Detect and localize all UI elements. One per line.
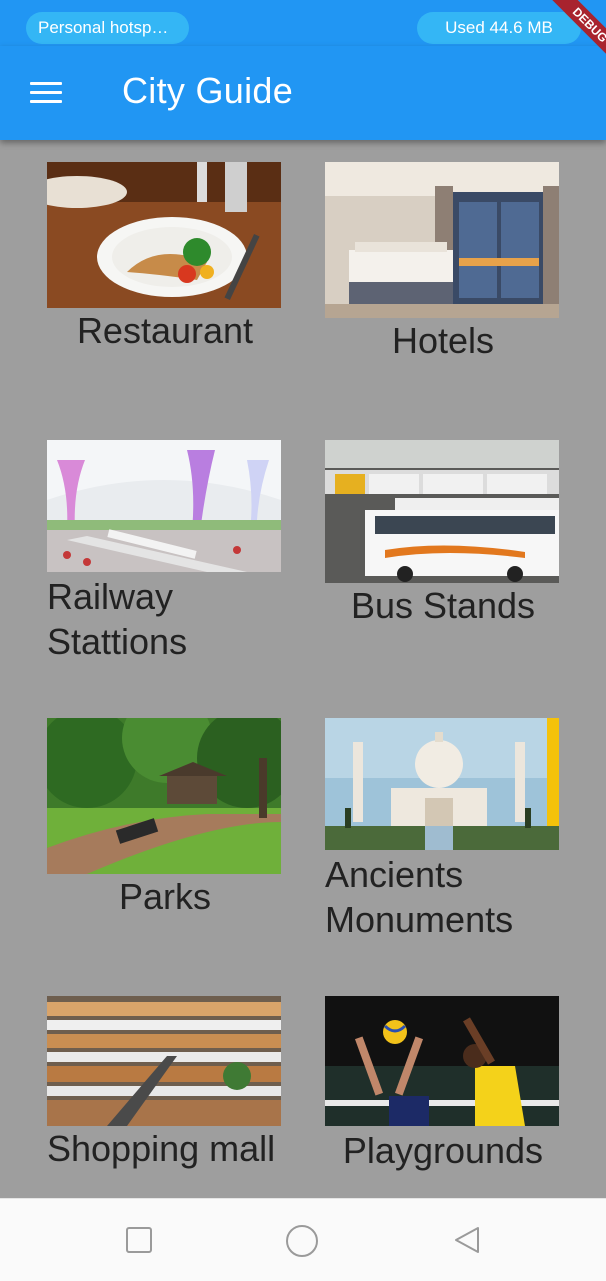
category-label: Shopping mall <box>47 1128 276 1169</box>
circle-home-icon[interactable] <box>286 1225 318 1257</box>
app-bar: City Guide <box>0 46 606 140</box>
bus-stand-photo <box>325 440 559 583</box>
category-label: Restaurant <box>76 310 254 351</box>
category-label: Bus Stands <box>350 585 536 626</box>
category-card-shopping-mall[interactable]: Shopping mall <box>47 996 283 1198</box>
category-label: Ancients Monuments <box>325 854 514 940</box>
restaurant-photo <box>47 162 281 308</box>
app-title: City Guide <box>122 70 294 111</box>
shopping-mall-photo <box>47 996 281 1126</box>
category-card-hotels[interactable]: Hotels <box>325 162 561 422</box>
status-bar: Personal hotspot… Used 44.6 MB <box>0 0 606 46</box>
category-card-playgrounds[interactable]: Playgrounds <box>325 996 561 1198</box>
category-label: Parks <box>118 876 212 917</box>
category-grid: Restaurant Hotels Railway Stattions Bus … <box>0 140 606 1198</box>
triangle-back-icon[interactable] <box>452 1225 482 1255</box>
category-card-monuments[interactable]: Ancients Monuments <box>325 718 561 978</box>
park-photo <box>47 718 281 874</box>
hotspot-indicator[interactable]: Personal hotspot… <box>26 12 189 44</box>
category-card-bus-stands[interactable]: Bus Stands <box>325 440 561 700</box>
volleyball-photo <box>325 996 559 1126</box>
system-nav-bar <box>0 1198 606 1281</box>
data-usage-indicator: Used 44.6 MB <box>417 12 581 44</box>
hotel-room-photo <box>325 162 559 318</box>
railway-station-photo <box>47 440 281 572</box>
taj-mahal-photo <box>325 718 559 850</box>
category-label: Hotels <box>391 320 495 361</box>
square-recents-icon[interactable] <box>124 1225 154 1255</box>
hamburger-menu-icon[interactable] <box>30 80 64 106</box>
category-label: Playgrounds <box>342 1130 544 1171</box>
category-label: Railway Stattions <box>47 576 188 662</box>
category-card-parks[interactable]: Parks <box>47 718 283 978</box>
category-card-railway-stations[interactable]: Railway Stattions <box>47 440 283 700</box>
category-card-restaurant[interactable]: Restaurant <box>47 162 283 422</box>
